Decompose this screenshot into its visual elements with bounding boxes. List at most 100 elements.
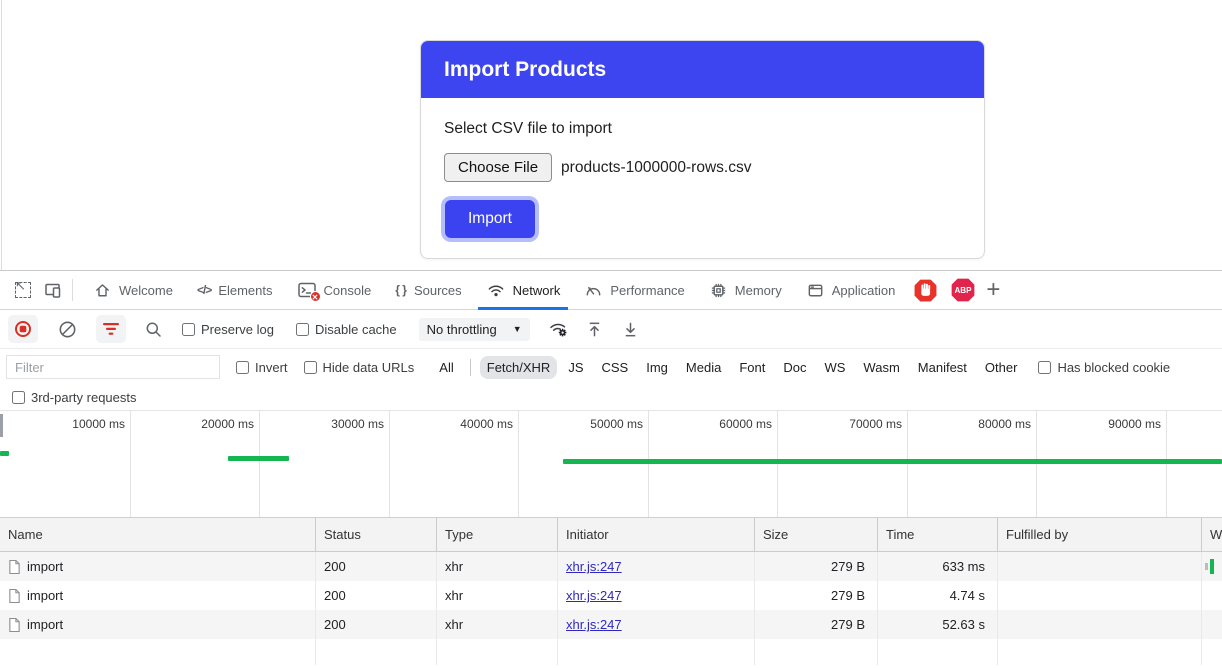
cell-initiator: xhr.js:247 (558, 552, 755, 581)
type-filter-separator (470, 359, 471, 376)
initiator-link[interactable]: xhr.js:247 (566, 617, 622, 632)
filter-toggle-button[interactable] (96, 315, 126, 343)
overview-gridline (130, 411, 131, 517)
cell-initiator: xhr.js:247 (558, 610, 755, 639)
thirdparty-row: 3rd-party requests (0, 385, 1222, 411)
tab-welcome[interactable]: Welcome (81, 271, 185, 310)
tab-network[interactable]: Network (474, 271, 573, 310)
tab-sources[interactable]: { } Sources (383, 271, 473, 310)
thirdparty-label: 3rd-party requests (31, 390, 137, 405)
import-har-icon (585, 320, 604, 339)
export-har-button[interactable] (616, 315, 646, 343)
search-icon (144, 320, 163, 339)
network-overview-timeline[interactable]: 10000 ms 20000 ms 30000 ms 40000 ms 5000… (0, 411, 1222, 518)
record-button[interactable] (8, 315, 38, 343)
table-row[interactable]: import 200 xhr xhr.js:247 279 B 52.63 s (0, 610, 1222, 639)
throttling-select[interactable]: No throttling ▼ (419, 318, 530, 341)
type-filter-manifest[interactable]: Manifest (911, 356, 974, 379)
tab-performance[interactable]: Performance (572, 271, 696, 310)
col-header-name[interactable]: Name (0, 518, 316, 551)
inspect-element-button[interactable]: ↖ (8, 276, 38, 304)
network-conditions-icon (548, 319, 569, 339)
device-toolbar-button[interactable] (38, 276, 68, 304)
tab-elements[interactable]: </> Elements (185, 271, 285, 310)
col-header-fulfilled[interactable]: Fulfilled by (998, 518, 1202, 551)
disable-cache-label: Disable cache (315, 322, 397, 337)
empty-cell (1202, 639, 1222, 665)
network-conditions-button[interactable] (544, 315, 574, 343)
empty-cell (998, 639, 1202, 665)
filter-input[interactable] (6, 355, 220, 379)
record-icon (14, 320, 32, 338)
document-icon (8, 559, 21, 575)
type-filter-css[interactable]: CSS (595, 356, 636, 379)
clear-button[interactable] (52, 315, 82, 343)
devtools-tabbar: ↖ Welcome </> Elements (0, 271, 1222, 310)
table-row[interactable]: import 200 xhr xhr.js:247 279 B 4.74 s (0, 581, 1222, 610)
tab-console[interactable]: ✕ Console (285, 271, 384, 310)
choose-file-button[interactable]: Choose File (444, 153, 552, 182)
abp-extension-icon[interactable]: ABP (950, 277, 976, 303)
stop-hand-extension-icon[interactable] (913, 278, 938, 303)
tab-application[interactable]: Application (794, 271, 908, 310)
type-filter-all[interactable]: All (432, 356, 460, 379)
checkbox (236, 361, 249, 374)
tab-label: Console (324, 283, 372, 298)
type-filter-other[interactable]: Other (978, 356, 1025, 379)
initiator-link[interactable]: xhr.js:247 (566, 559, 622, 574)
type-filter-img[interactable]: Img (639, 356, 675, 379)
tab-memory[interactable]: Memory (697, 271, 794, 310)
col-header-time[interactable]: Time (878, 518, 998, 551)
cell-waterfall (1202, 552, 1222, 581)
selected-file-name: products-1000000-rows.csv (561, 159, 751, 177)
page-area: Import Products Select CSV file to impor… (0, 0, 1222, 271)
overview-gridline (777, 411, 778, 517)
cell-fulfilled-by (998, 610, 1202, 639)
type-filter-js[interactable]: JS (561, 356, 590, 379)
preserve-log-checkbox[interactable]: Preserve log (182, 322, 274, 337)
table-row[interactable]: import 200 xhr xhr.js:247 279 B 633 ms (0, 552, 1222, 581)
col-header-type[interactable]: Type (437, 518, 558, 551)
type-filter-ws[interactable]: WS (817, 356, 852, 379)
type-filter-font[interactable]: Font (732, 356, 772, 379)
document-icon (8, 617, 21, 633)
col-header-initiator[interactable]: Initiator (558, 518, 755, 551)
overview-gridline (1166, 411, 1167, 517)
overview-tick-label: 60000 ms (692, 417, 772, 431)
col-header-size[interactable]: Size (755, 518, 878, 551)
waterfall-tick (1205, 563, 1208, 570)
empty-cell (878, 639, 998, 665)
thirdparty-checkbox[interactable]: 3rd-party requests (12, 390, 137, 405)
search-button[interactable] (138, 315, 168, 343)
overview-request-bar (0, 451, 9, 456)
col-header-status[interactable]: Status (316, 518, 437, 551)
disable-cache-checkbox[interactable]: Disable cache (296, 322, 397, 337)
import-har-button[interactable] (580, 315, 610, 343)
file-input-row: Choose File products-1000000-rows.csv (444, 153, 961, 182)
svg-text:ABP: ABP (955, 286, 973, 295)
has-blocked-cookies-checkbox[interactable]: Has blocked cookie (1038, 360, 1170, 375)
table-filler-row (0, 639, 1222, 665)
initiator-link[interactable]: xhr.js:247 (566, 588, 622, 603)
overview-gridline (389, 411, 390, 517)
cell-status: 200 (316, 552, 437, 581)
request-name: import (27, 588, 63, 603)
memory-icon (709, 281, 728, 300)
application-icon (806, 281, 825, 300)
tab-label: Performance (610, 283, 684, 298)
document-icon (8, 588, 21, 604)
type-filter-doc[interactable]: Doc (776, 356, 813, 379)
import-button[interactable]: Import (445, 200, 535, 238)
elements-icon: </> (197, 283, 211, 297)
requests-table-header: Name Status Type Initiator Size Time Ful… (0, 518, 1222, 552)
overview-gridline (1036, 411, 1037, 517)
type-filter-fetch-xhr[interactable]: Fetch/XHR (480, 356, 558, 379)
request-name: import (27, 559, 63, 574)
more-panels-button[interactable]: + (976, 276, 1010, 304)
hide-data-urls-checkbox[interactable]: Hide data URLs (304, 360, 415, 375)
type-filter-media[interactable]: Media (679, 356, 728, 379)
col-header-waterfall[interactable]: W (1202, 518, 1222, 551)
type-filter-wasm[interactable]: Wasm (856, 356, 906, 379)
console-icon: ✕ (297, 281, 317, 299)
invert-checkbox[interactable]: Invert (236, 360, 288, 375)
